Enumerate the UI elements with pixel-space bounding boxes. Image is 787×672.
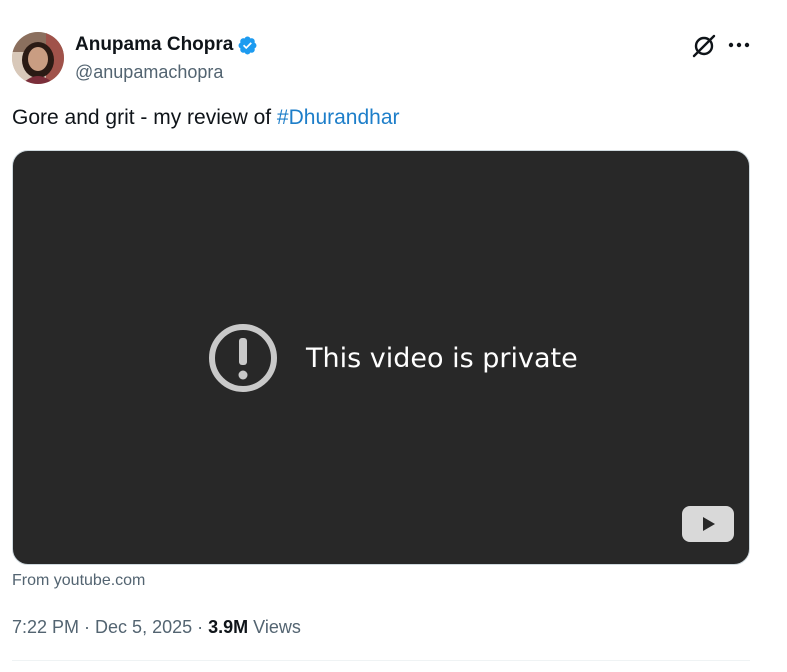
tweet-text-body: Gore and grit - my review of <box>12 106 277 129</box>
author-name-row: Anupama Chopra <box>75 34 258 56</box>
meta-separator: · <box>192 617 209 637</box>
alert-circle-icon <box>209 324 277 392</box>
verified-badge-icon <box>238 36 257 54</box>
views-count: 3.9M <box>208 617 249 637</box>
private-video-notice: This video is private <box>208 323 578 393</box>
hashtag-link[interactable]: #Dhurandhar <box>277 106 400 129</box>
avatar[interactable] <box>12 32 64 84</box>
private-video-message: This video is private <box>306 342 578 374</box>
display-name[interactable]: Anupama Chopra <box>75 34 233 56</box>
tweet-time[interactable]: 7:22 PM <box>12 617 79 638</box>
more-icon <box>728 42 750 48</box>
divider <box>12 660 750 661</box>
grok-button[interactable] <box>690 32 718 60</box>
tweet-date[interactable]: Dec 5, 2025 <box>95 617 192 638</box>
tweet-text: Gore and grit - my review of #Dhurandhar <box>12 105 400 131</box>
avatar-image <box>12 32 64 84</box>
author-handle[interactable]: @anupamachopra <box>75 62 223 83</box>
more-options-button[interactable] <box>724 32 754 58</box>
video-embed[interactable]: This video is private <box>12 150 750 565</box>
embed-source-link[interactable]: From youtube.com <box>12 572 145 590</box>
youtube-play-icon[interactable] <box>682 506 734 542</box>
tweet-meta: 7:22 PM · Dec 5, 2025 · 3.9M Views <box>12 617 301 638</box>
grok-icon <box>692 34 716 58</box>
views-label: Views <box>248 617 301 637</box>
meta-separator: · <box>79 617 96 637</box>
